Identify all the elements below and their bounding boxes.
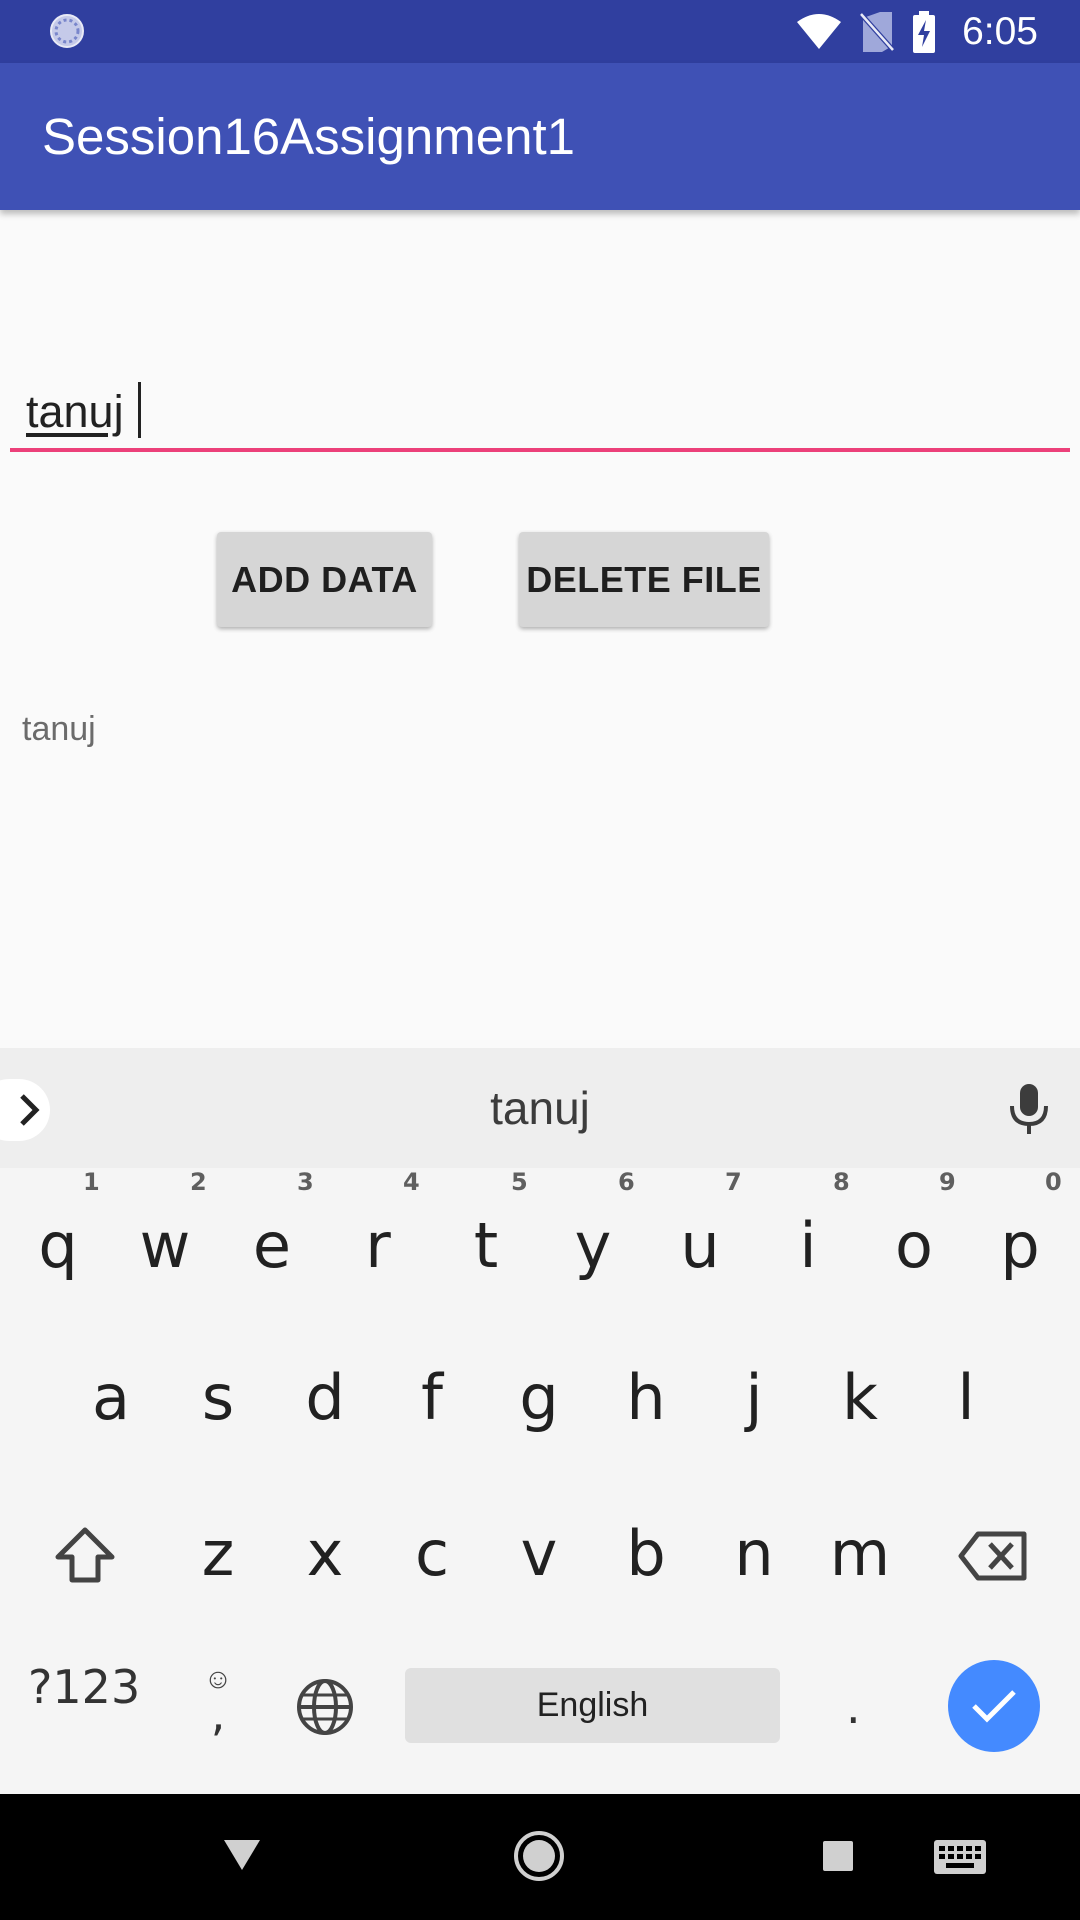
key-x[interactable]: x [285,1514,365,1594]
suggestion-word[interactable]: tanuj [0,1081,1080,1135]
text-input[interactable]: tanuj [10,372,1070,452]
key-k[interactable]: k [820,1358,900,1438]
microphone-icon[interactable] [1006,1084,1052,1136]
status-bar: 6:05 [0,0,1080,63]
delete-file-button[interactable]: DELETE FILE [519,532,769,627]
key-hint-1: 1 [83,1168,100,1196]
key-hint-7: 7 [725,1168,742,1196]
back-down-icon[interactable] [222,1838,262,1872]
text-input-underline [10,448,1070,452]
key-hint-6: 6 [618,1168,635,1196]
key-f[interactable]: f [392,1358,472,1438]
key-h[interactable]: h [606,1358,686,1438]
globe-icon[interactable] [296,1678,354,1736]
key-n[interactable]: n [714,1514,794,1594]
key-hint-8: 8 [833,1168,850,1196]
battery-charging-icon [913,10,936,53]
app-bar: Session16Assignment1 [0,63,1080,210]
key-s[interactable]: s [178,1358,258,1438]
text-cursor [138,382,141,438]
key-hint-0: 0 [1045,1168,1062,1196]
key-c[interactable]: c [392,1514,472,1594]
key-e[interactable]: e [232,1206,312,1286]
key-g[interactable]: g [499,1358,579,1438]
text-input-value: tanuj [26,386,124,437]
key-t[interactable]: t [446,1206,526,1286]
key-j[interactable]: j [714,1358,794,1438]
key-q[interactable]: q [18,1206,98,1286]
checkmark-icon [972,1690,1016,1723]
key-o[interactable]: o [874,1206,954,1286]
key-a[interactable]: a [71,1358,151,1438]
app-title: Session16Assignment1 [42,108,575,165]
key-z[interactable]: z [178,1514,258,1594]
key-d[interactable]: d [285,1358,365,1438]
key-y[interactable]: y [553,1206,633,1286]
suggestion-strip: tanuj [0,1048,1080,1168]
navigation-bar [0,1794,1080,1920]
key-i[interactable]: i [768,1206,848,1286]
file-content-text: tanuj [22,710,96,748]
period-key[interactable]: . [846,1680,876,1734]
comma-label: , [210,1687,226,1741]
key-hint-4: 4 [403,1168,420,1196]
key-hint-2: 2 [190,1168,207,1196]
key-b[interactable]: b [606,1514,686,1594]
symbols-key[interactable]: ?123 [28,1660,140,1714]
key-l[interactable]: l [926,1358,1006,1438]
status-time: 6:05 [962,9,1038,53]
key-hint-5: 5 [511,1168,528,1196]
key-m[interactable]: m [820,1514,900,1594]
wifi-icon [797,13,842,49]
comma-emoji-key[interactable]: ☺ , [196,1664,240,1744]
home-icon[interactable] [513,1830,565,1882]
key-r[interactable]: r [338,1206,418,1286]
recents-icon[interactable] [822,1840,854,1872]
key-w[interactable]: w [125,1206,205,1286]
key-v[interactable]: v [499,1514,579,1594]
shift-key-icon[interactable] [54,1526,116,1584]
enter-key[interactable] [948,1660,1040,1752]
no-sim-icon [860,11,895,52]
key-hint-9: 9 [939,1168,956,1196]
key-p[interactable]: p [980,1206,1060,1286]
backspace-key-icon[interactable] [958,1530,1028,1582]
add-data-button[interactable]: ADD DATA [217,532,432,627]
space-key[interactable]: English [405,1668,780,1743]
loading-indicator-icon [50,14,84,48]
key-u[interactable]: u [660,1206,740,1286]
keyboard-switch-icon[interactable] [934,1840,986,1874]
key-hint-3: 3 [297,1168,314,1196]
